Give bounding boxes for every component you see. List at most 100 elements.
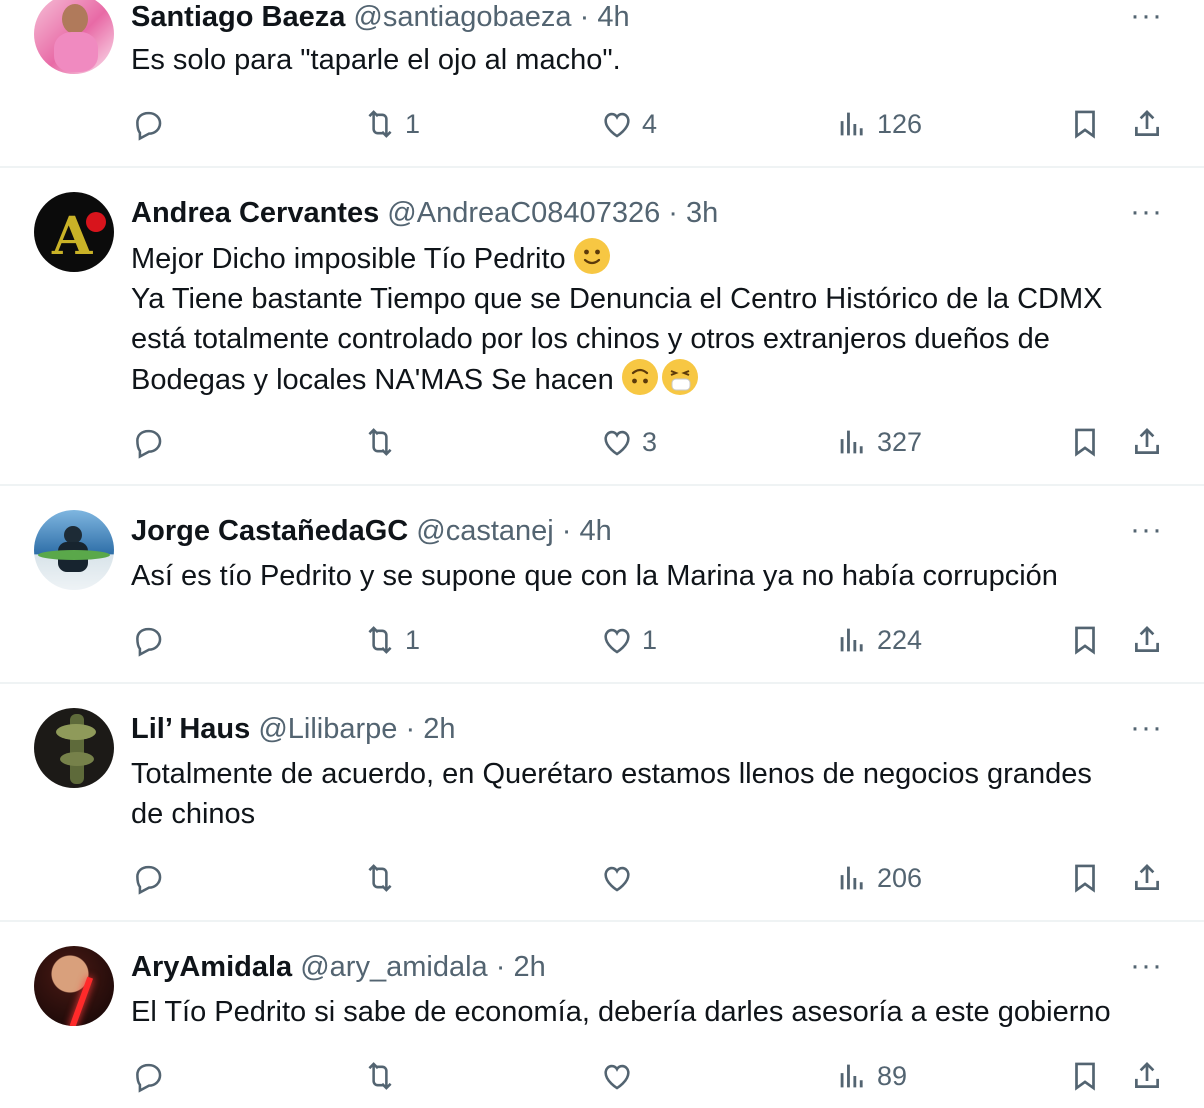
separator: · [405, 713, 416, 745]
like-button[interactable]: 1 [600, 618, 657, 662]
timestamp[interactable]: 3h [686, 197, 718, 229]
bookmark-button[interactable] [1068, 1054, 1102, 1098]
author-handle[interactable]: @ary_amidala [300, 951, 487, 983]
views-icon [835, 623, 869, 657]
tweet[interactable]: Santiago Baeza @santiagobaeza · 4h ··· E… [0, 0, 1204, 166]
reply-button[interactable] [131, 1054, 173, 1098]
retweet-icon [363, 425, 397, 459]
share-button[interactable] [1130, 856, 1164, 900]
author-name[interactable]: Lil’ Haus [131, 713, 250, 745]
share-icon [1130, 861, 1164, 895]
share-button[interactable] [1130, 420, 1164, 464]
avatar[interactable]: A [34, 192, 114, 272]
more-options-icon[interactable]: ··· [1130, 197, 1163, 227]
tweet[interactable]: Lil’ Haus @Lilibarpe · 2h ··· Totalmente… [0, 684, 1204, 920]
retweet-button[interactable] [363, 856, 405, 900]
reply-button[interactable] [131, 102, 173, 146]
heart-icon [600, 107, 634, 141]
bookmark-button[interactable] [1068, 618, 1102, 662]
like-count: 4 [642, 108, 658, 139]
retweet-button[interactable]: 1 [363, 618, 420, 662]
author-name[interactable]: Jorge CastañedaGC [131, 515, 408, 547]
timestamp[interactable]: 2h [423, 713, 455, 745]
tweet[interactable]: A Andrea Cervantes @AndreaC08407326 · 3h… [0, 168, 1204, 484]
share-icon [1130, 425, 1164, 459]
reply-button[interactable] [131, 420, 173, 464]
views-icon [835, 425, 869, 459]
views-count: 89 [877, 1060, 908, 1091]
share-icon [1130, 1059, 1164, 1093]
like-button[interactable] [600, 1054, 642, 1098]
share-icon [1130, 623, 1164, 657]
author-handle[interactable]: @castanej [416, 515, 553, 547]
like-button[interactable]: 4 [600, 102, 657, 146]
tweet-text: El Tío Pedrito si sabe de economía, debe… [131, 992, 1171, 1032]
bookmark-icon [1068, 107, 1102, 141]
share-button[interactable] [1130, 1054, 1164, 1098]
reply-button[interactable] [131, 618, 173, 662]
heart-icon [600, 623, 634, 657]
like-button[interactable]: 3 [600, 420, 657, 464]
views-count: 126 [877, 108, 923, 139]
more-options-icon[interactable]: ··· [1130, 1, 1163, 31]
timestamp[interactable]: 4h [580, 515, 612, 547]
reply-icon [131, 425, 165, 459]
author-handle[interactable]: @Lilibarpe [258, 713, 397, 745]
avatar[interactable] [34, 946, 114, 1026]
retweet-count: 1 [405, 624, 421, 655]
avatar[interactable] [34, 0, 114, 74]
tweet-text: Mejor Dicho imposible Tío Pedrito Ya Tie… [131, 238, 1171, 400]
more-options-icon[interactable]: ··· [1130, 713, 1163, 743]
retweet-button[interactable] [363, 1054, 405, 1098]
share-button[interactable] [1130, 102, 1164, 146]
more-options-icon[interactable]: ··· [1130, 951, 1163, 981]
heart-icon [600, 861, 634, 895]
tweet[interactable]: AryAmidala @ary_amidala · 2h ··· El Tío … [0, 922, 1204, 1108]
sneezing-face-emoji-icon [661, 359, 698, 395]
separator: · [579, 1, 590, 33]
tweet-text-line: Así es tío Pedrito y se supone que con l… [131, 560, 1058, 592]
retweet-icon [363, 861, 397, 895]
tweet-text-line: Ya Tiene bastante Tiempo que se Denuncia… [131, 283, 1103, 315]
tweet[interactable]: Jorge CastañedaGC @castanej · 4h ··· Así… [0, 486, 1204, 682]
retweet-icon [363, 107, 397, 141]
views-count: 206 [877, 862, 923, 893]
reply-button[interactable] [131, 856, 173, 900]
author-handle[interactable]: @santiagobaeza [353, 1, 571, 33]
bookmark-button[interactable] [1068, 102, 1102, 146]
author-name[interactable]: Andrea Cervantes [131, 197, 379, 229]
author-name[interactable]: AryAmidala [131, 951, 292, 983]
bookmark-icon [1068, 861, 1102, 895]
retweet-button[interactable]: 1 [363, 102, 420, 146]
retweet-count: 1 [405, 108, 421, 139]
views-button[interactable]: 327 [835, 420, 922, 464]
reply-icon [131, 623, 165, 657]
avatar[interactable] [34, 510, 114, 590]
avatar[interactable] [34, 708, 114, 788]
reply-icon [131, 1059, 165, 1093]
more-options-icon[interactable]: ··· [1130, 515, 1163, 545]
tweet-header: Lil’ Haus @Lilibarpe · 2h [131, 712, 455, 746]
separator: · [495, 951, 506, 983]
share-button[interactable] [1130, 618, 1164, 662]
views-button[interactable]: 224 [835, 618, 922, 662]
tweet-header: Andrea Cervantes @AndreaC08407326 · 3h [131, 196, 718, 230]
author-handle[interactable]: @AndreaC08407326 [387, 197, 660, 229]
timestamp[interactable]: 4h [597, 1, 629, 33]
tweet-text-line: de chinos [131, 798, 256, 830]
timestamp[interactable]: 2h [513, 951, 545, 983]
views-button[interactable]: 126 [835, 102, 922, 146]
share-icon [1130, 107, 1164, 141]
heart-icon [600, 1059, 634, 1093]
bookmark-button[interactable] [1068, 420, 1102, 464]
like-button[interactable] [600, 856, 642, 900]
author-name[interactable]: Santiago Baeza [131, 1, 345, 33]
bookmark-button[interactable] [1068, 856, 1102, 900]
views-button[interactable]: 89 [835, 1054, 907, 1098]
views-button[interactable]: 206 [835, 856, 922, 900]
like-count: 1 [642, 624, 658, 655]
tweet-text-line: Mejor Dicho imposible Tío Pedrito [131, 243, 566, 275]
tweet-text-line: Totalmente de acuerdo, en Querétaro esta… [131, 758, 1092, 790]
heart-icon [600, 425, 634, 459]
retweet-button[interactable] [363, 420, 405, 464]
